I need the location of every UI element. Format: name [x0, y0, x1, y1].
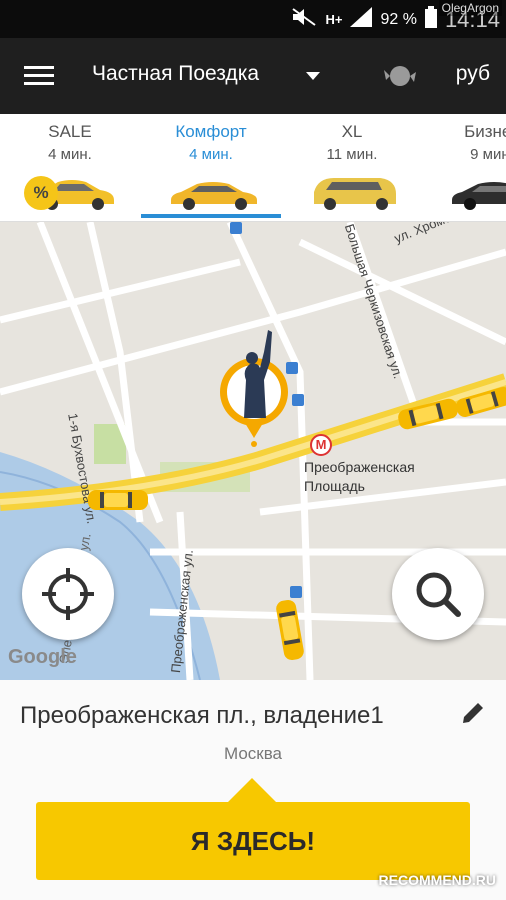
taxi-car-icon	[88, 490, 148, 510]
currency-button[interactable]: руб	[456, 62, 490, 86]
tariff-name: Комфорт	[175, 122, 247, 141]
pickup-panel: Преображенская пл., владение1 Москва Я З…	[0, 680, 506, 900]
search-button[interactable]	[392, 548, 484, 640]
tariff-tab-comfort[interactable]: Комфорт 4 мин.	[141, 114, 281, 221]
tariff-eta: 9 мин.	[470, 146, 506, 163]
discount-badge-icon: %	[24, 176, 58, 210]
tariff-eta: 4 мин.	[189, 146, 233, 163]
ride-type-selector[interactable]: Частная Поездка	[92, 62, 259, 86]
tariff-tab-business[interactable]: Бизнес 9 мин.	[422, 114, 506, 221]
hamburger-menu-icon[interactable]	[24, 66, 54, 86]
tariff-name: Бизнес	[464, 122, 506, 141]
watermark: RECOMMEND.RU	[378, 872, 496, 888]
pickup-city: Москва	[223, 744, 283, 763]
tariff-tab-xl[interactable]: XL 11 мин.	[282, 114, 422, 221]
button-notch	[226, 778, 278, 804]
signal-icon	[350, 7, 373, 32]
minivan-car-icon	[314, 178, 396, 210]
tariff-name: XL	[341, 122, 363, 141]
status-bar: H+ 92 % 14:14 OlegArgon	[0, 0, 506, 38]
sedan-car-icon	[171, 182, 257, 210]
business-car-icon	[452, 182, 506, 210]
network-type: H+	[325, 12, 343, 27]
app-bar: Частная Поездка руб	[0, 38, 506, 114]
tariff-eta: 4 мин.	[48, 146, 92, 163]
pickup-address[interactable]: Преображенская пл., владение1	[20, 702, 384, 730]
pencil-edit-icon[interactable]	[460, 700, 486, 726]
metro-station-label: Преображенская Площадь	[304, 459, 415, 494]
tariff-eta: 11 мин.	[326, 146, 378, 163]
crosshair-icon	[42, 568, 94, 620]
active-tab-indicator	[141, 214, 281, 218]
battery-level: 92 %	[380, 10, 417, 28]
battery-icon	[424, 6, 437, 33]
map-view[interactable]: 1-я Бухвостова ул. Большая Черкизовская …	[0, 222, 506, 680]
confirm-pickup-button[interactable]: Я ЗДЕСЬ!	[36, 802, 470, 880]
promo-candy-icon[interactable]	[382, 58, 418, 94]
metro-icon: M	[310, 434, 332, 456]
tariff-name: SALE	[48, 122, 92, 141]
mute-icon	[291, 7, 317, 32]
bus-stop-icon	[230, 222, 242, 234]
tariff-tabs: SALE 4 мин. Комфорт 4 мин. XL 11 мин. Би…	[0, 114, 506, 222]
watermark-username: OlegArgon	[438, 0, 502, 16]
google-logo: Google	[8, 646, 77, 668]
search-icon	[416, 572, 461, 617]
pickup-location-pin-icon[interactable]	[214, 322, 294, 452]
dropdown-arrow-icon[interactable]	[306, 72, 320, 80]
tariff-tab-sale[interactable]: SALE 4 мин.	[0, 114, 140, 221]
my-location-button[interactable]	[22, 548, 114, 640]
